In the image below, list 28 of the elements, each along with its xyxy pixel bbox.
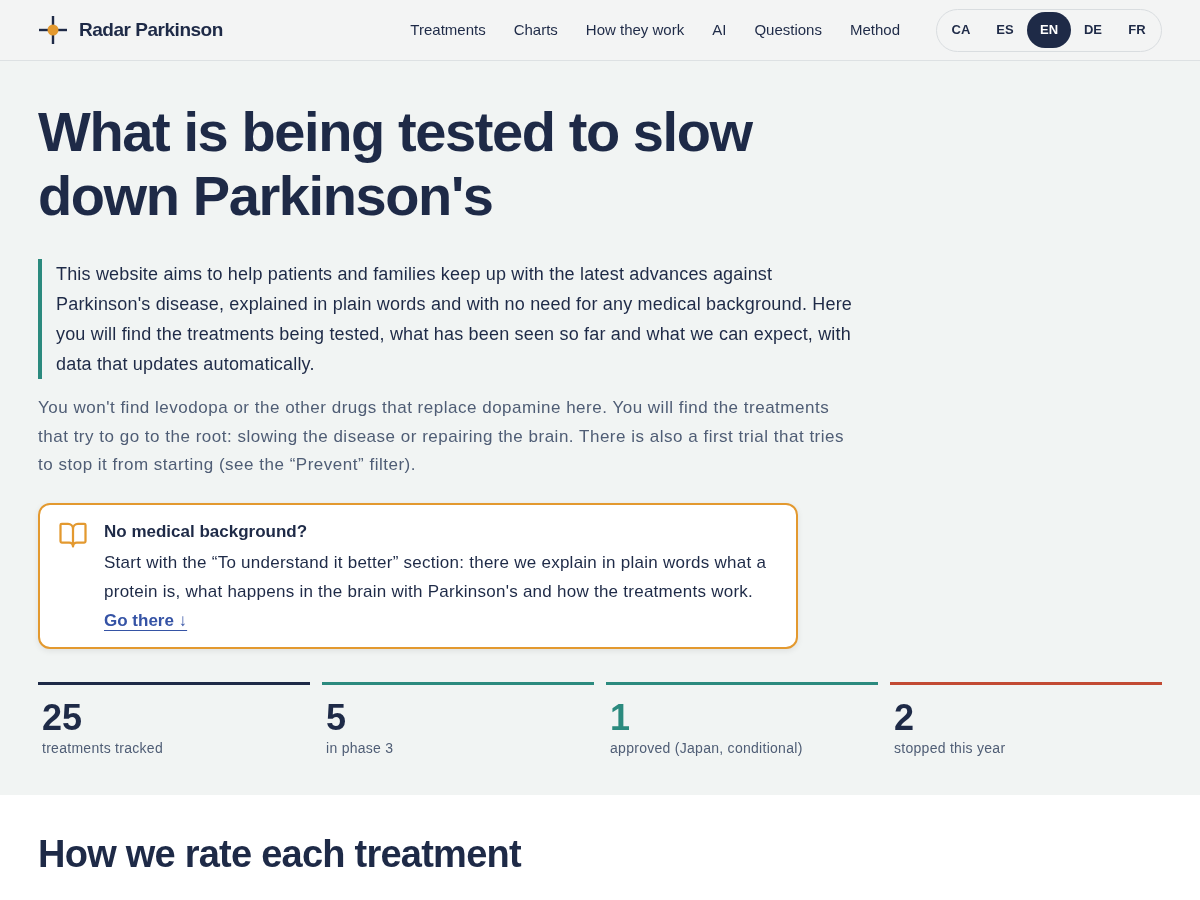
language-button[interactable]: ES (983, 12, 1027, 48)
go-there-link[interactable]: Go there ↓ (104, 610, 188, 630)
callout-text: Start with the “To understand it better” section: there we explain in plain words what a protein is, what happens in the brain with Parkinson's and how the treatments work. (104, 551, 768, 603)
stat-value: 2 (893, 697, 916, 738)
stat-label: in phase 3 (325, 738, 395, 758)
nav-link[interactable]: Charts (513, 18, 558, 42)
stat-label: treatments tracked (41, 738, 164, 758)
nav-link[interactable]: Method (849, 18, 900, 42)
section-heading: How we rate each treatment (38, 831, 523, 877)
language-button[interactable]: CA (939, 12, 983, 48)
nav-link[interactable]: AI (712, 18, 727, 42)
stat-label: stopped this year (893, 738, 1007, 758)
intro-quote: This website aims to help patients and families keep up with the latest advances against Parkinson's disease, explained in plain words and with no need for any medical background. Here you will find the treatments being tested, what has been seen so far and what we can expect, with data that updates automatically. (38, 259, 862, 379)
callout-title: No medical background? (104, 520, 309, 543)
nav-link[interactable]: How they work (585, 18, 685, 42)
nav-link[interactable]: Treatments (410, 18, 486, 42)
language-button[interactable]: FR (1115, 12, 1159, 48)
stat-value: 25 (41, 697, 84, 738)
site-title: Radar Parkinson (79, 17, 223, 42)
stat-value: 1 (609, 697, 632, 738)
stat-value: 5 (325, 697, 348, 738)
crosshair-logo-icon (39, 16, 67, 44)
language-button[interactable]: DE (1071, 12, 1115, 48)
stat-label: approved (Japan, conditional) (609, 738, 804, 758)
note-paragraph: You won't find levodopa or the other drugs that replace dopamine here. You will find the treatments that try to go to the root: slowing the disease or repairing the brain. There is also a first trial that tries to stop it from starting (see the “Prevent” filter). (38, 397, 846, 476)
page-heading: What is being tested to slow down Parkinson's (38, 100, 754, 228)
nav-link[interactable]: Questions (754, 18, 822, 42)
language-button[interactable]: EN (1027, 12, 1071, 48)
